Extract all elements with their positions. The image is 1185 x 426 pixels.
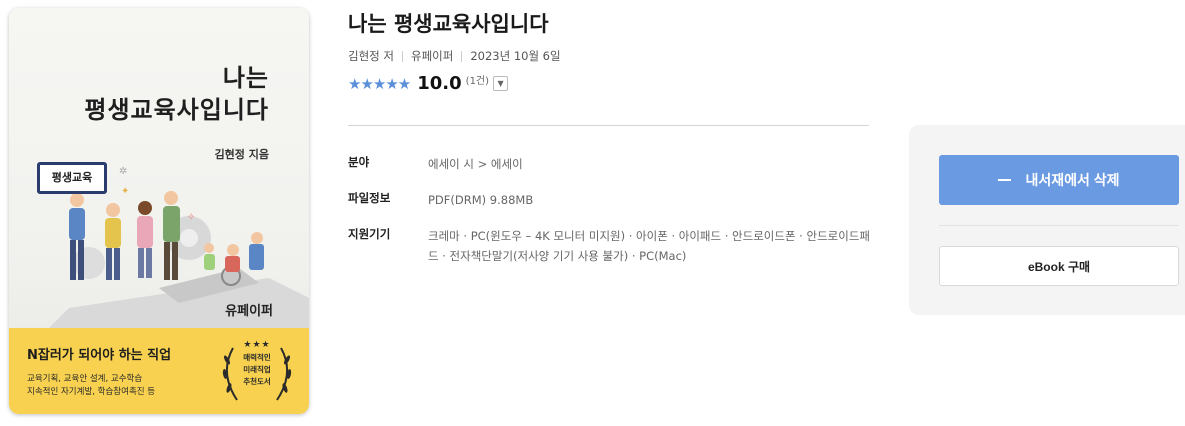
author-link[interactable]: 김현정 저 [348,48,394,64]
svg-text:✧: ✧ [187,212,195,223]
panel-divider [939,225,1179,226]
publish-date: 2023년 10월 6일 [470,49,561,63]
cover-title-line1: 나는 [222,64,269,92]
book-title: 나는 평생교육사입니다 [348,12,549,36]
genre-value[interactable]: 에세이 시 > 에세이 [428,154,873,174]
devices-label: 지원기기 [348,227,391,241]
cover-band: N잡러가 되어야 하는 직업 교육기획, 교육안 설계, 교수학습 지속적인 자… [9,328,309,414]
badge-line-1: 매력적인 [243,353,271,362]
svg-text:✦: ✦ [121,186,129,197]
file-label: 파일정보 [348,191,391,205]
band-line-1: 교육기획, 교육안 설계, 교수학습 [27,374,143,384]
book-meta: 김현정 저 유페이퍼 2023년 10월 6일 [348,48,561,64]
book-cover: 나는 평생교육사입니다 김현정 지음 ✲ ✦ ✧ 평생교육 유페이퍼 N잡러가 … [9,8,309,414]
badge-stars: ★★★ [243,340,271,350]
badge-text: 매력적인 미래직업 추천도서 [215,352,299,388]
svg-text:✲: ✲ [119,166,127,177]
publisher-link[interactable]: 유페이퍼 [411,48,453,64]
badge-line-3: 추천도서 [243,377,271,386]
devices-value: 크레마 · PC(윈도우 – 4K 모니터 미지원) · 아이폰 · 아이패드 … [428,229,870,263]
buy-ebook-button[interactable]: eBook 구매 [939,246,1179,286]
star-rating-icon: ★★★★★ [348,74,411,93]
remove-from-library-button[interactable]: 내서재에서 삭제 [939,155,1179,205]
minus-icon [998,179,1012,181]
rating-score: 10.0 [417,73,462,94]
cover-title-line2: 평생교육사입니다 [84,96,269,124]
chevron-down-icon[interactable]: ▼ [493,76,509,91]
meta-divider [401,50,403,62]
section-divider [348,125,869,126]
file-value: PDF(DRM) 9.88MB [428,193,534,207]
purchase-panel: 내서재에서 삭제 eBook 구매 [909,125,1185,315]
band-line-2: 지속적인 자기계발, 학습참여촉진 등 [27,387,156,397]
info-row-devices: 지원기기 크레마 · PC(윈도우 – 4K 모니터 미지원) · 아이폰 · … [348,226,873,266]
badge-line-2: 미래직업 [243,365,271,374]
info-row-file: 파일정보 PDF(DRM) 9.88MB [348,190,873,210]
meta-divider [461,50,463,62]
band-headline: N잡러가 되어야 하는 직업 [27,348,172,363]
cover-publisher: 유페이퍼 [225,304,273,319]
cover-sign: 평생교육 [37,162,107,194]
rating-count: (1건) [465,76,490,87]
rating: ★★★★★ 10.0 (1건) ▼ [348,73,509,94]
laurel-badge: ★★★ 매력적인 미래직업 추천도서 [215,338,299,408]
genre-label: 분야 [348,155,370,169]
cover-title: 나는 평생교육사입니다 [84,62,269,126]
info-row-genre: 분야 에세이 시 > 에세이 [348,154,873,174]
remove-from-library-label: 내서재에서 삭제 [1025,172,1120,188]
